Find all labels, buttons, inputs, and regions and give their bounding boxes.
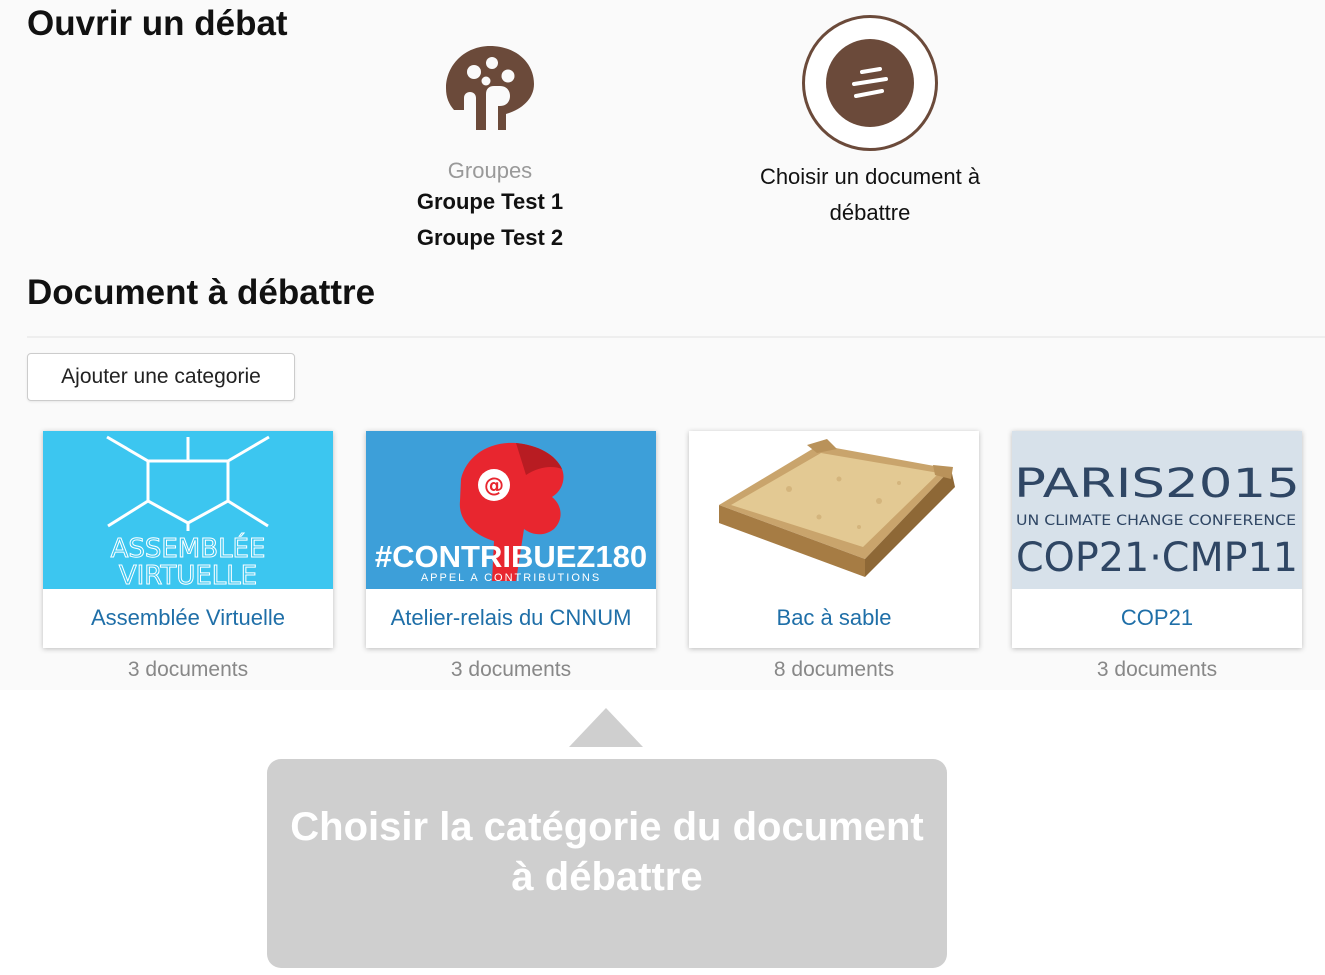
- thumb-text: APPEL A CONTRIBUTIONS: [421, 572, 601, 584]
- category-thumbnail: @ #CONTRIBUEZ180 APPEL A CONTRIBUTIONS: [366, 431, 656, 589]
- group-item[interactable]: Groupe Test 2: [380, 220, 600, 256]
- category-title[interactable]: Bac à sable: [689, 589, 979, 647]
- thumb-text: VIRTUELLE: [119, 561, 257, 589]
- groups-step[interactable]: Groupes Groupe Test 1 Groupe Test 2: [380, 38, 600, 256]
- thumb-text: UN CLIMATE CHANGE CONFERENCE: [1016, 513, 1296, 529]
- thumb-text: ASSEMBLÉE: [111, 532, 266, 564]
- category-title[interactable]: COP21: [1012, 589, 1302, 647]
- category-card[interactable]: Bac à sable 8 documents: [689, 431, 979, 682]
- document-count: 3 documents: [127, 658, 249, 681]
- thumb-text: #CONTRIBUEZ180: [375, 539, 647, 574]
- thumb-text: PARIS2015: [1014, 461, 1300, 507]
- add-category-button[interactable]: Ajouter une categorie: [27, 353, 295, 401]
- section-title: Document à débattre: [27, 273, 376, 312]
- tooltip-text: Choisir la catégorie du document: [290, 804, 924, 849]
- document-lines-icon: [852, 67, 888, 98]
- document-count: 3 documents: [450, 658, 572, 681]
- document-count: 3 documents: [1096, 658, 1218, 681]
- category-thumbnail: PARIS2015 UN CLIMATE CHANGE CONFERENCE C…: [1012, 431, 1302, 589]
- thumb-text: COP21·CMP11: [1016, 535, 1298, 581]
- tooltip-text: à débattre: [511, 854, 703, 899]
- tooltip-arrow: [569, 708, 643, 747]
- category-title[interactable]: Assemblée Virtuelle: [43, 589, 333, 647]
- page-title: Ouvrir un débat: [27, 4, 288, 43]
- document-choice-icon[interactable]: [802, 15, 938, 151]
- group-item[interactable]: Groupe Test 1: [380, 184, 600, 220]
- document-count: 8 documents: [773, 658, 895, 681]
- groups-logo-icon: [446, 46, 534, 130]
- groups-label: Groupes: [447, 158, 533, 183]
- divider: [27, 336, 1325, 338]
- at-icon: @: [484, 473, 504, 497]
- choose-document-step[interactable]: Choisir un document à débattre: [735, 15, 1005, 231]
- category-thumbnail: ASSEMBLÉE VIRTUELLE: [43, 431, 333, 589]
- category-card[interactable]: ASSEMBLÉE VIRTUELLE Assemblée Virtuelle …: [43, 431, 333, 682]
- help-tooltip: Choisir la catégorie du document à débat…: [267, 759, 947, 968]
- choose-document-label: Choisir un document à débattre: [759, 164, 981, 225]
- category-card[interactable]: PARIS2015 UN CLIMATE CHANGE CONFERENCE C…: [1012, 431, 1302, 682]
- category-thumbnail: [689, 431, 979, 589]
- category-card[interactable]: @ #CONTRIBUEZ180 APPEL A CONTRIBUTIONS A…: [366, 431, 656, 682]
- category-title[interactable]: Atelier-relais du CNNUM: [366, 589, 656, 647]
